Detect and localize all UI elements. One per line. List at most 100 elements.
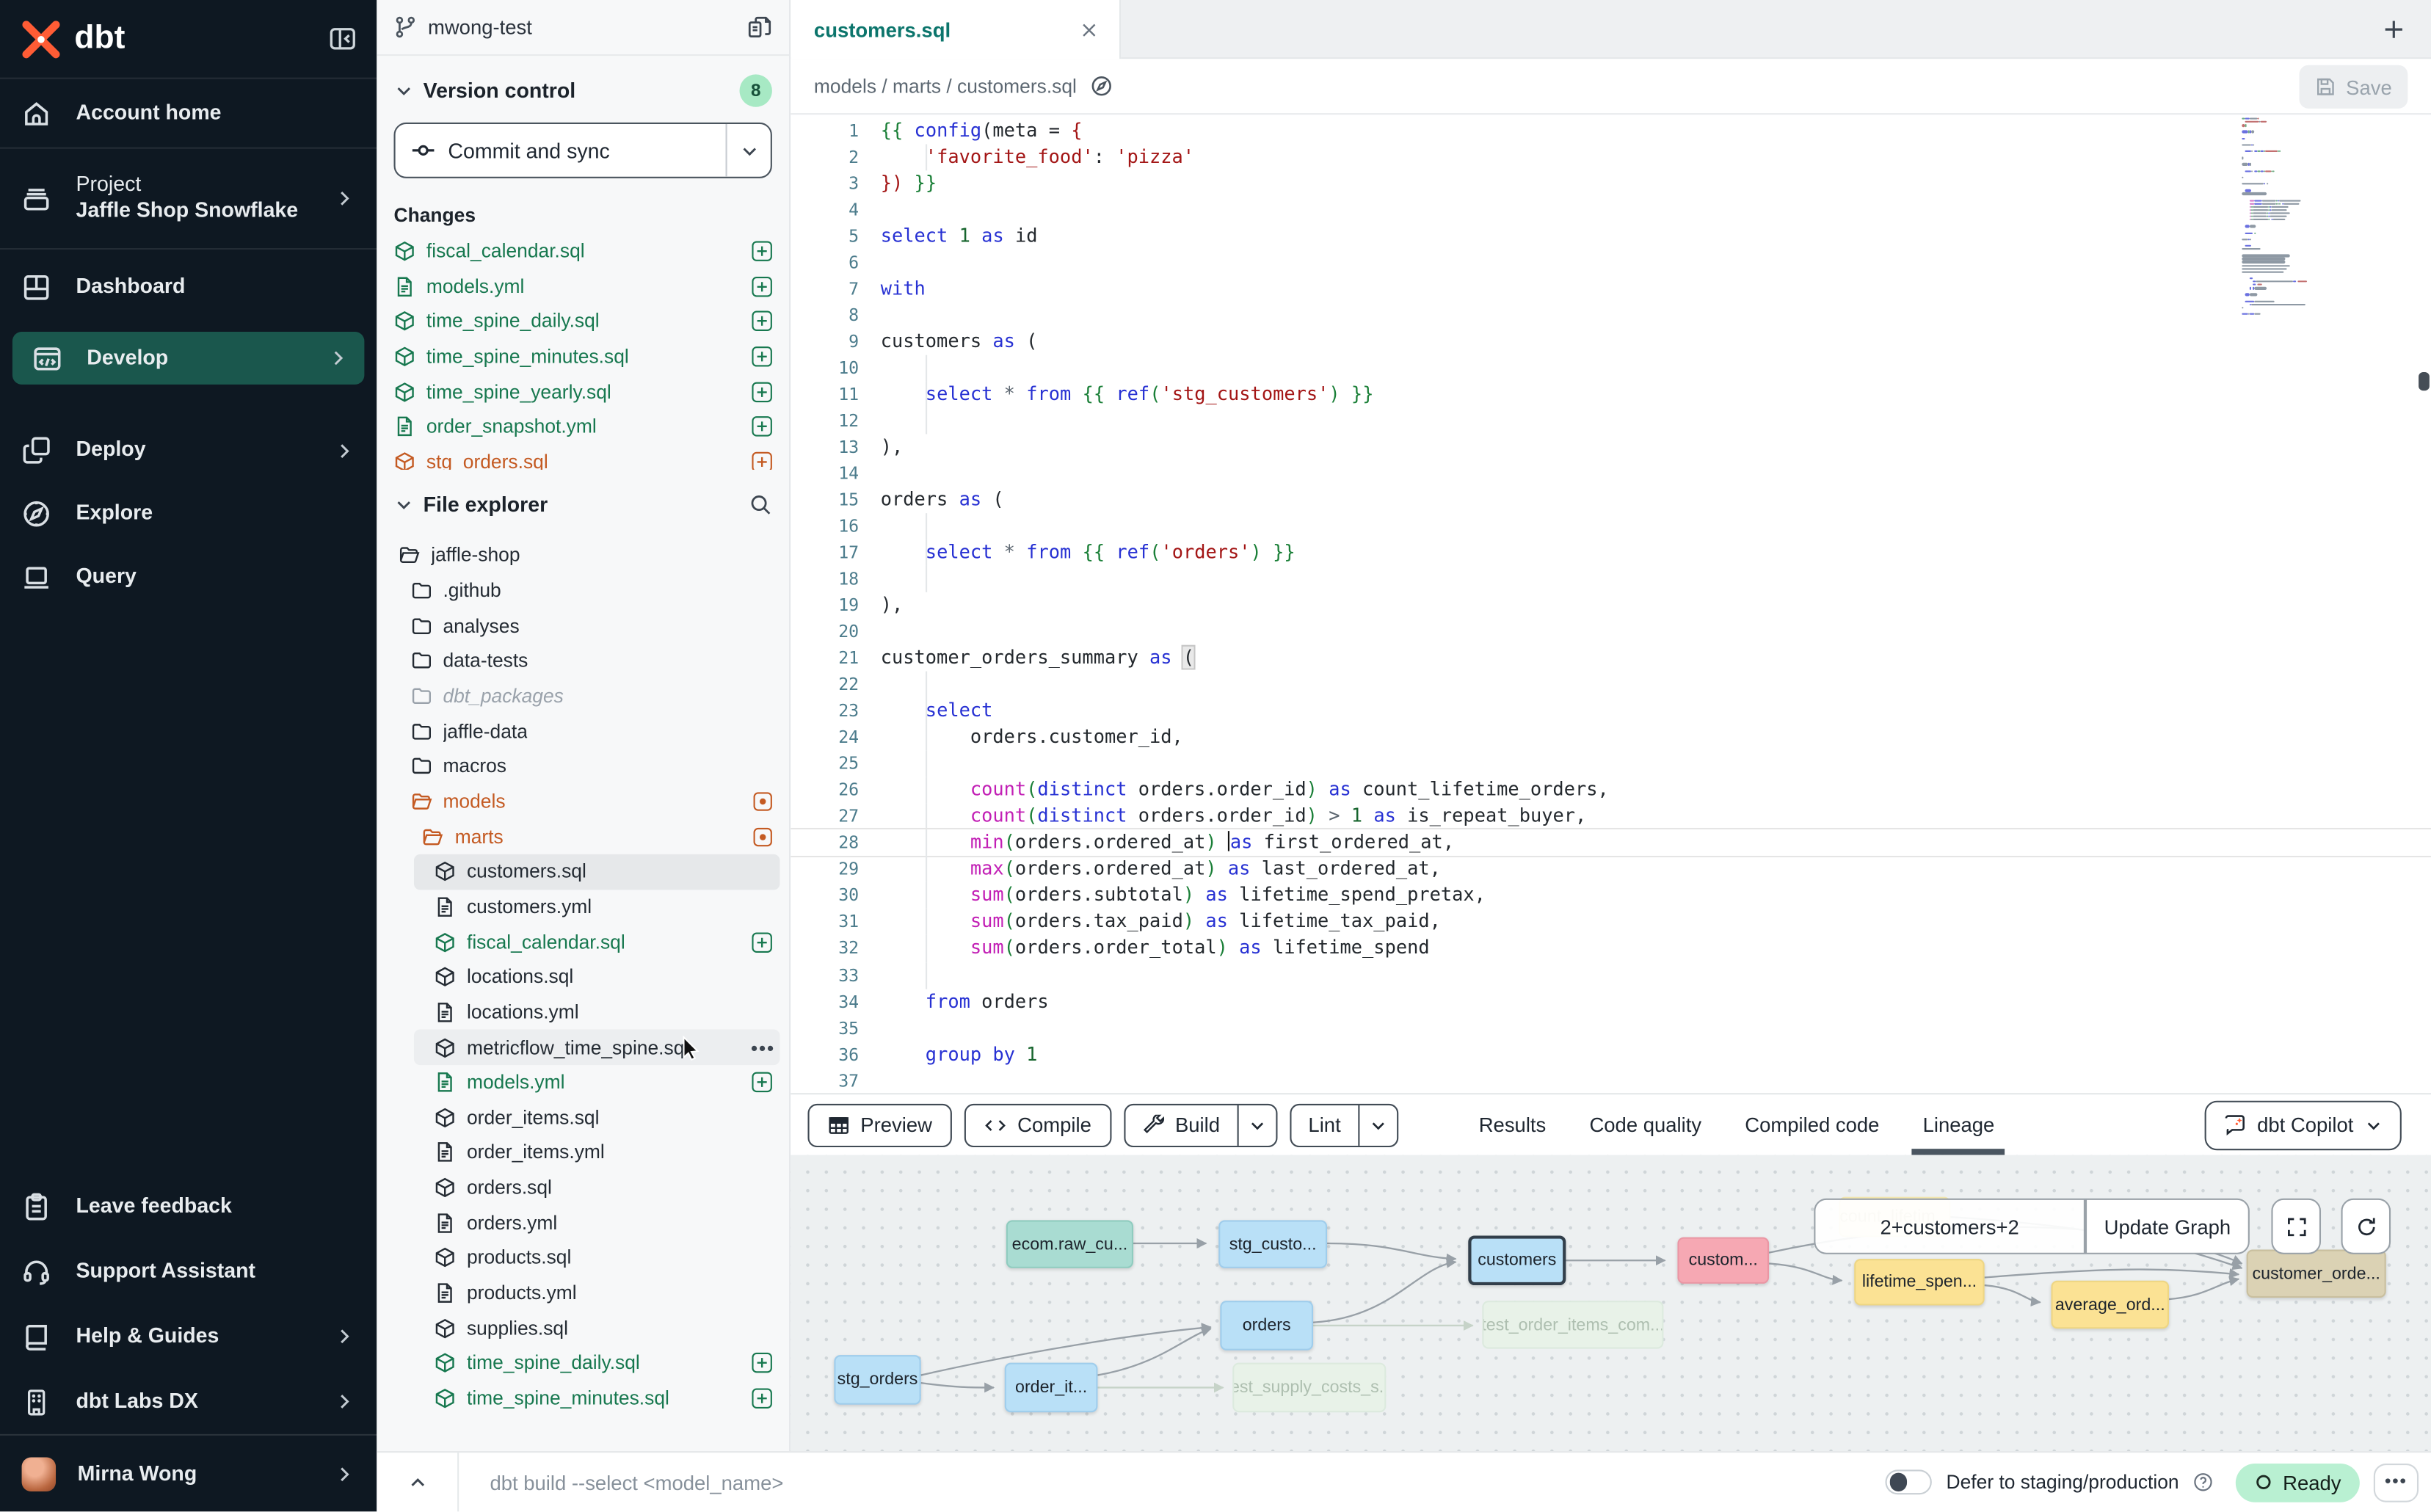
help-icon[interactable] [2193, 1472, 2215, 1494]
sidebar-item-account-home[interactable]: Account home [0, 79, 377, 149]
sidebar-collapse-icon[interactable] [329, 25, 357, 53]
lineage-node-test-order-items-com[interactable]: test_order_items_com... [1482, 1301, 1663, 1348]
code-line-19[interactable]: 19), [791, 592, 2431, 619]
tree-item-locations.yml[interactable]: locations.yml [377, 995, 789, 1030]
code-line-9[interactable]: 9customers as ( [791, 329, 2431, 355]
lineage-node-stg-custo[interactable]: stg_custo... [1218, 1220, 1327, 1268]
stage-file-button[interactable] [752, 312, 771, 332]
lineage-node-customer-orde[interactable]: customer_orde... [2247, 1249, 2386, 1297]
tree-item-order_items.sql[interactable]: order_items.sql [377, 1100, 789, 1135]
tree-item-jaffle-shop[interactable]: jaffle-shop [377, 538, 789, 573]
code-line-17[interactable]: 17 select * from {{ ref('orders') }} [791, 540, 2431, 567]
code-line-32[interactable]: 32 sum(orders.order_total) as lifetime_s… [791, 936, 2431, 962]
sidebar-item-help-guides[interactable]: Help & Guides [0, 1304, 377, 1369]
tree-item-marts[interactable]: marts [377, 819, 789, 854]
sidebar-item-dashboard[interactable]: Dashboard [0, 252, 377, 322]
code-line-7[interactable]: 7with [791, 276, 2431, 302]
lineage-node-lifetime-spen[interactable]: lifetime_spen... [1854, 1259, 1984, 1305]
tree-item-time_spine_daily.sql[interactable]: time_spine_daily.sql [377, 1346, 789, 1381]
sidebar-item-deploy[interactable]: Deploy [0, 418, 377, 482]
explore-compass-icon[interactable] [1089, 74, 1113, 98]
code-line-3[interactable]: 3}) }} [791, 170, 2431, 197]
commit-and-sync-button[interactable]: Commit and sync [394, 123, 772, 178]
changed-file-fiscal_calendar.sql[interactable]: fiscal_calendar.sql [377, 234, 789, 269]
version-control-header[interactable]: Version control 8 [377, 56, 789, 107]
lineage-node-average-ord[interactable]: average_ord... [2051, 1281, 2169, 1329]
defer-toggle[interactable] [1886, 1469, 1932, 1494]
tree-item-orders.sql[interactable]: orders.sql [377, 1170, 789, 1205]
build-button[interactable]: Build [1125, 1105, 1237, 1145]
code-line-25[interactable]: 25 [791, 751, 2431, 777]
sidebar-item-query[interactable]: Query [0, 546, 377, 610]
new-tab-icon[interactable] [2381, 17, 2406, 42]
lineage-panel[interactable]: count_lifetim...ecom.raw_cu...stg_custo.… [791, 1155, 2431, 1451]
code-line-4[interactable]: 4 [791, 197, 2431, 223]
sidebar-item-project[interactable]: ProjectJaffle Shop Snowflake [0, 149, 377, 250]
code-line-2[interactable]: 2 'favorite_food': 'pizza' [791, 144, 2431, 170]
changed-file-time_spine_daily.sql[interactable]: time_spine_daily.sql [377, 304, 789, 339]
code-line-11[interactable]: 11 select * from {{ ref('stg_customers')… [791, 382, 2431, 408]
code-line-31[interactable]: 31 sum(orders.tax_paid) as lifetime_tax_… [791, 909, 2431, 936]
code-line-24[interactable]: 24 orders.customer_id, [791, 724, 2431, 751]
changed-file-models.yml[interactable]: models.yml [377, 269, 789, 305]
code-line-30[interactable]: 30 sum(orders.subtotal) as lifetime_spen… [791, 883, 2431, 909]
tree-item-supplies.sql[interactable]: supplies.sql [377, 1311, 789, 1346]
sidebar-item-support-assistant[interactable]: Support Assistant [0, 1239, 377, 1304]
changed-file-time_spine_yearly.sql[interactable]: time_spine_yearly.sql [377, 374, 789, 410]
save-button[interactable]: Save [2299, 65, 2408, 109]
lint-button[interactable]: Lint [1291, 1105, 1358, 1145]
file-menu-button[interactable]: ••• [751, 1036, 775, 1058]
stage-file-button[interactable] [752, 277, 771, 297]
changed-file-order_snapshot.yml[interactable]: order_snapshot.yml [377, 410, 789, 445]
code-editor[interactable]: 1{{ config(meta = {2 'favorite_food': 'p… [791, 115, 2431, 1093]
code-line-35[interactable]: 35 [791, 1015, 2431, 1042]
tree-item-products.sql[interactable]: products.sql [377, 1240, 789, 1276]
file-explorer-header[interactable]: File explorer [377, 474, 789, 516]
tree-item-dbt_packages[interactable]: dbt_packages [377, 678, 789, 713]
compile-button[interactable]: Compile [964, 1103, 1111, 1146]
tab-customers-sql[interactable]: customers.sql [791, 0, 1121, 59]
code-line-10[interactable]: 10 [791, 355, 2431, 382]
stage-file-button[interactable] [752, 1072, 771, 1092]
code-line-1[interactable]: 1{{ config(meta = { [791, 118, 2431, 145]
tab-lineage[interactable]: Lineage [1923, 1094, 1995, 1155]
lineage-node-test-supply-costs-s[interactable]: test_supply_costs_s... [1232, 1363, 1386, 1413]
close-icon[interactable] [1079, 19, 1099, 39]
stage-file-button[interactable] [752, 451, 771, 470]
code-line-15[interactable]: 15orders as ( [791, 487, 2431, 514]
search-icon[interactable] [749, 493, 772, 517]
code-line-22[interactable]: 22 [791, 672, 2431, 698]
tree-item-fiscal_calendar.sql[interactable]: fiscal_calendar.sql [377, 924, 789, 959]
tab-compiled-code[interactable]: Compiled code [1745, 1094, 1879, 1155]
tree-item-customers.yml[interactable]: customers.yml [377, 890, 789, 925]
stage-file-button[interactable] [752, 382, 771, 401]
lint-options-caret[interactable] [1358, 1105, 1397, 1145]
tree-item-jaffle-data[interactable]: jaffle-data [377, 713, 789, 749]
stage-file-button[interactable] [752, 1353, 771, 1373]
ready-status-badge[interactable]: Ready [2236, 1463, 2360, 1502]
code-line-12[interactable]: 12 [791, 408, 2431, 435]
code-line-34[interactable]: 34 from orders [791, 989, 2431, 1015]
code-line-6[interactable]: 6 [791, 250, 2431, 276]
lineage-node-orders[interactable]: orders [1220, 1301, 1313, 1351]
stage-file-button[interactable] [752, 1389, 771, 1409]
update-graph-button[interactable]: Update Graph [2085, 1199, 2250, 1254]
tab-results[interactable]: Results [1479, 1094, 1547, 1155]
lineage-node-order-it[interactable]: order_it... [1005, 1363, 1098, 1413]
command-input[interactable]: dbt build --select <model_name> [490, 1470, 783, 1494]
changed-file-stg_orders.sql[interactable]: stg_orders.sql [377, 444, 789, 470]
stage-file-button[interactable] [752, 417, 771, 437]
lineage-node-ecom-raw-cu[interactable]: ecom.raw_cu... [1006, 1220, 1133, 1268]
code-line-23[interactable]: 23 select [791, 698, 2431, 724]
copy-icon[interactable] [747, 15, 772, 40]
tree-item-macros[interactable]: macros [377, 749, 789, 784]
code-line-16[interactable]: 16 [791, 514, 2431, 540]
code-line-20[interactable]: 20 [791, 619, 2431, 645]
preview-button[interactable]: Preview [807, 1103, 952, 1146]
lineage-selector-input[interactable] [1829, 1213, 2071, 1240]
code-line-8[interactable]: 8 [791, 302, 2431, 329]
tree-item-.github[interactable]: .github [377, 573, 789, 608]
lineage-node-customers[interactable]: customers [1468, 1235, 1566, 1285]
code-line-18[interactable]: 18 [791, 567, 2431, 593]
lineage-node-custom[interactable]: custom... [1677, 1237, 1769, 1284]
